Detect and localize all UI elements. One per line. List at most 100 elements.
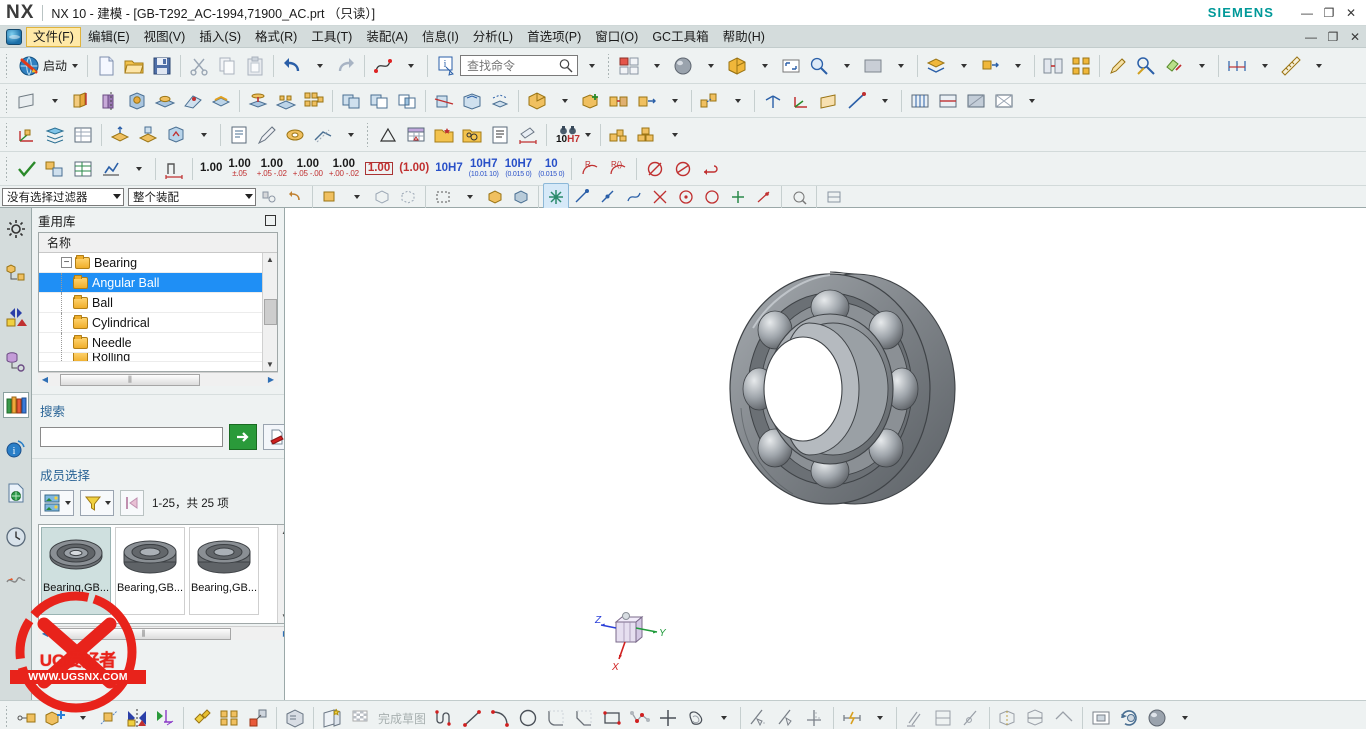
scroll-left-icon[interactable]: ◀ <box>38 374 52 386</box>
orient-view-dropdown[interactable] <box>751 52 777 80</box>
feature-table-button[interactable] <box>69 155 97 183</box>
wave-geometry-button[interactable] <box>188 704 216 729</box>
geometry-dropdown[interactable] <box>190 121 216 149</box>
document-minimize-button[interactable]: — <box>1300 28 1322 46</box>
hole-button[interactable] <box>123 87 151 115</box>
snap-quadrant-button[interactable] <box>699 183 725 211</box>
zoom-fit-bottom-button[interactable] <box>1087 704 1115 729</box>
sketch-plane-button[interactable] <box>13 87 41 115</box>
resource-process-studio[interactable] <box>3 568 29 594</box>
exploded-dropdown[interactable] <box>724 87 750 115</box>
annotation-button[interactable] <box>1277 52 1305 80</box>
rectangle-button[interactable] <box>598 704 626 729</box>
snap-enabled-button[interactable] <box>543 182 569 211</box>
menu-help[interactable]: 帮助(H) <box>716 27 772 47</box>
panel-pin-icon[interactable] <box>265 214 276 226</box>
wcs-dynamics-button[interactable] <box>13 121 41 149</box>
circle-button[interactable] <box>514 704 542 729</box>
pattern-component-button[interactable] <box>1067 52 1095 80</box>
snap-point-button[interactable] <box>482 183 508 211</box>
scroll-track[interactable]: ⫼ <box>52 627 279 640</box>
offset-face-button[interactable] <box>486 87 514 115</box>
chart-dropdown[interactable] <box>125 155 151 183</box>
arrange-button[interactable] <box>151 704 179 729</box>
select-color-button[interactable] <box>317 183 343 211</box>
toolbar-grip[interactable] <box>3 706 10 729</box>
resource-assembly-navigator[interactable] <box>3 216 29 242</box>
menu-format[interactable]: 格式(R) <box>248 27 304 47</box>
sew-button[interactable] <box>309 121 337 149</box>
expression-button[interactable] <box>225 121 253 149</box>
toolbar-grip[interactable] <box>605 53 613 78</box>
redo-button[interactable] <box>332 52 360 80</box>
menu-view[interactable]: 视图(V) <box>137 27 193 47</box>
annotation-dropdown[interactable] <box>1305 52 1331 80</box>
member-filter-button[interactable] <box>80 490 114 516</box>
mirror-assembly-button[interactable] <box>123 704 151 729</box>
toolbar-grip[interactable] <box>3 122 10 147</box>
scroll-up-icon[interactable]: ▲ <box>264 253 277 266</box>
snap-point-on-curve-button[interactable] <box>725 183 751 211</box>
radial-paren-dim-button[interactable]: R() <box>604 155 632 183</box>
command-search-dropdown[interactable] <box>578 52 604 80</box>
render-bottom-dropdown[interactable] <box>1171 704 1197 729</box>
point-button[interactable] <box>654 704 682 729</box>
studio-spline-button[interactable] <box>626 704 654 729</box>
dim-reference-button[interactable]: (1.00) <box>396 155 432 183</box>
paste-button[interactable] <box>241 52 269 80</box>
command-search-box[interactable] <box>460 55 579 76</box>
inspection-dimension-button[interactable] <box>13 155 41 183</box>
scroll-right-icon[interactable]: ▶ <box>264 374 278 386</box>
tree-vertical-scrollbar[interactable]: ▲ ▼ <box>262 253 277 371</box>
component-pattern-button[interactable] <box>216 704 244 729</box>
curve-dropdown[interactable] <box>397 52 423 80</box>
tree-node-cylindrical[interactable]: Cylindrical <box>39 312 262 333</box>
member-item-3[interactable]: Bearing,GB... <box>189 527 259 615</box>
offset-curve-button[interactable] <box>682 704 710 729</box>
dimension-button[interactable] <box>1223 52 1251 80</box>
mate-component-button[interactable] <box>605 87 633 115</box>
tree-node-ball[interactable]: Ball <box>39 292 262 313</box>
toolbar-grip[interactable] <box>3 88 10 113</box>
layer-settings-button[interactable] <box>41 121 69 149</box>
tree-horizontal-scrollbar[interactable]: ◀ ⫼ ▶ <box>38 372 278 386</box>
quick-trim-button[interactable] <box>745 704 773 729</box>
component-position-button[interactable] <box>95 704 123 729</box>
curve-sketch-button[interactable] <box>253 121 281 149</box>
shell-button[interactable] <box>458 87 486 115</box>
make-corner-button[interactable] <box>801 704 829 729</box>
snap-control-point-button[interactable] <box>621 183 647 211</box>
new-component-button[interactable] <box>577 87 605 115</box>
undo-button[interactable] <box>278 52 306 80</box>
scroll-thumb[interactable] <box>263 299 277 325</box>
edge-blend-button[interactable] <box>207 87 235 115</box>
layer-visible-button[interactable] <box>922 52 950 80</box>
thread-button[interactable] <box>281 121 309 149</box>
open-file-button[interactable] <box>120 52 148 80</box>
resource-part-navigator[interactable] <box>3 304 29 330</box>
layer-visible-settings-button[interactable] <box>69 121 97 149</box>
table-note-button[interactable] <box>402 121 430 149</box>
view-clip-button[interactable] <box>934 87 962 115</box>
add-component-button[interactable] <box>523 87 551 115</box>
component-dropdown[interactable] <box>661 87 687 115</box>
zoom-dropdown[interactable] <box>833 52 859 80</box>
member-item-1[interactable]: Bearing,GB... <box>41 527 111 615</box>
quick-extend-button[interactable] <box>773 704 801 729</box>
scroll-down-icon[interactable]: ▼ <box>264 358 277 371</box>
dim-fit-limits-button[interactable]: 10H7 (10.01 10) <box>466 155 502 183</box>
datum-axis-button[interactable] <box>843 87 871 115</box>
cut-button[interactable] <box>185 52 213 80</box>
window-restore-button[interactable]: ❐ <box>1318 3 1340 23</box>
exploded-view-button[interactable] <box>696 87 724 115</box>
library-search-input[interactable] <box>40 427 223 447</box>
document-close-button[interactable]: ✕ <box>1344 28 1366 46</box>
sketch-constraint-button[interactable] <box>1104 52 1132 80</box>
scroll-left-icon[interactable]: ◀ <box>38 628 52 640</box>
trim-body-button[interactable] <box>430 87 458 115</box>
select-back-button[interactable] <box>282 183 308 211</box>
menu-file[interactable]: 文件(F) <box>26 26 81 47</box>
arc-button[interactable] <box>486 704 514 729</box>
diameter-dim-button[interactable] <box>641 155 669 183</box>
toolbar-grip[interactable] <box>3 156 10 181</box>
